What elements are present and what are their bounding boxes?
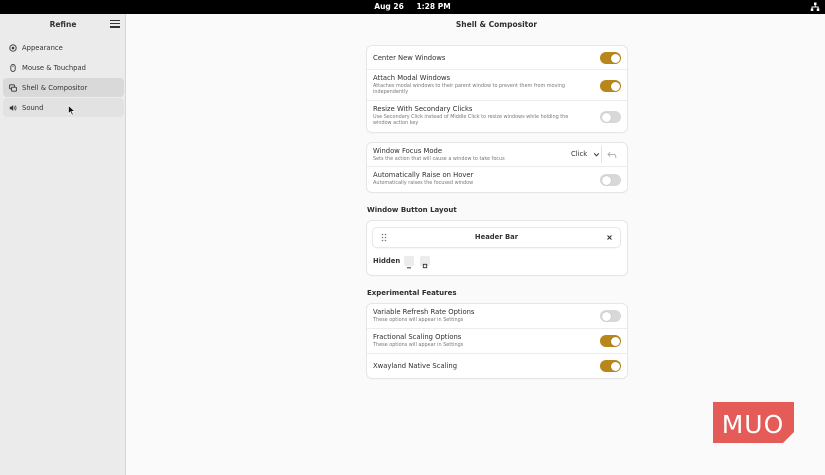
row-subtitle: Sets the action that will cause a window…	[373, 156, 505, 162]
sidebar-item-label: Appearance	[22, 43, 63, 52]
window-focus-mode-row: Window Focus Mode Sets the action that w…	[367, 143, 627, 167]
attach-modal-windows-toggle[interactable]	[600, 80, 621, 92]
row-title: Center New Windows	[373, 54, 446, 62]
minimize-button[interactable]	[404, 256, 414, 269]
muo-watermark-logo: MUO	[713, 402, 794, 443]
top-bar: Aug 26 1:28 PM	[0, 0, 825, 14]
row-title: Xwayland Native Scaling	[373, 362, 458, 370]
xwayland-native-scaling-row: Xwayland Native Scaling	[367, 354, 627, 378]
minimize-icon	[407, 267, 411, 269]
undo-icon[interactable]	[607, 151, 617, 159]
auto-raise-row: Automatically Raise on Hover Automatical…	[367, 167, 627, 192]
sidebar-item-sound[interactable]: Sound	[3, 98, 124, 117]
watermark-text: MUO	[722, 410, 785, 439]
window-button-layout-card: Header Bar Hidden	[367, 221, 627, 275]
sidebar: Refine Appearance Mouse & Touchpad Shell…	[0, 14, 126, 475]
fractional-scaling-toggle[interactable]	[600, 335, 621, 347]
resize-secondary-clicks-row: Resize With Secondary Clicks Use Seconda…	[367, 101, 627, 132]
window-behavior-card: Center New Windows Attach Modal Windows …	[367, 46, 627, 132]
focus-mode-dropdown[interactable]: Click	[571, 150, 600, 158]
sidebar-item-shell-compositor[interactable]: Shell & Compositor	[3, 78, 124, 97]
row-subtitle: Attaches modal windows to their parent w…	[373, 83, 565, 95]
close-icon[interactable]	[606, 234, 613, 241]
row-subtitle: Use Secondary Click instead of Middle Cl…	[373, 114, 569, 126]
row-title: Window Focus Mode	[373, 147, 443, 155]
attach-modal-windows-row: Attach Modal Windows Attaches modal wind…	[367, 70, 627, 101]
resize-secondary-clicks-toggle[interactable]	[600, 111, 621, 123]
speaker-icon	[9, 104, 17, 111]
variable-refresh-rate-toggle[interactable]	[600, 310, 621, 322]
clock-date: Aug 26	[374, 2, 404, 11]
windows-icon	[9, 83, 17, 92]
fractional-scaling-row: Fractional Scaling Options These options…	[367, 329, 627, 354]
row-title: Automatically Raise on Hover	[373, 171, 474, 179]
mouse-cursor-icon	[68, 105, 76, 116]
row-title: Resize With Secondary Clicks	[373, 105, 473, 113]
focus-card: Window Focus Mode Sets the action that w…	[367, 143, 627, 192]
row-subtitle: These options will appear in Settings	[373, 342, 464, 348]
xwayland-native-scaling-toggle[interactable]	[600, 360, 621, 372]
maximize-icon	[422, 263, 428, 269]
hidden-label: Hidden	[373, 257, 401, 265]
auto-raise-toggle[interactable]	[600, 174, 621, 186]
center-new-windows-toggle[interactable]	[600, 52, 621, 64]
clock-time: 1:28 PM	[416, 2, 451, 11]
maximize-button[interactable]	[420, 256, 430, 269]
sidebar-nav: Appearance Mouse & Touchpad Shell & Comp…	[3, 38, 124, 118]
row-subtitle: Automatically raises the focused window	[373, 180, 474, 186]
header-bar-label: Header Bar	[474, 233, 519, 241]
sidebar-item-label: Mouse & Touchpad	[22, 63, 86, 72]
appearance-icon	[9, 43, 17, 52]
page-title: Shell & Compositor	[455, 20, 538, 29]
row-title: Fractional Scaling Options	[373, 333, 462, 341]
center-new-windows-row: Center New Windows	[367, 46, 627, 70]
sidebar-item-appearance[interactable]: Appearance	[3, 38, 124, 57]
divider	[601, 146, 602, 163]
experimental-features-heading: Experimental Features	[367, 289, 457, 297]
row-title: Variable Refresh Rate Options	[373, 308, 475, 316]
sidebar-item-mouse-touchpad[interactable]: Mouse & Touchpad	[3, 58, 124, 77]
mouse-icon	[10, 63, 16, 72]
sidebar-title: Refine	[49, 20, 77, 29]
header-bar-preview[interactable]: Header Bar	[373, 228, 620, 247]
clock[interactable]: Aug 26 1:28 PM	[0, 2, 825, 11]
variable-refresh-rate-row: Variable Refresh Rate Options These opti…	[367, 304, 627, 329]
window-button-layout-heading: Window Button Layout	[367, 206, 457, 214]
sidebar-item-label: Sound	[22, 103, 44, 112]
chevron-down-icon	[594, 152, 600, 157]
hamburger-menu-icon[interactable]	[110, 20, 120, 29]
sidebar-item-label: Shell & Compositor	[22, 83, 88, 92]
row-subtitle: These options will appear in Settings	[373, 317, 464, 323]
dropdown-value: Click	[571, 150, 588, 158]
row-title: Attach Modal Windows	[373, 74, 451, 82]
network-icon[interactable]	[810, 2, 820, 12]
experimental-card: Variable Refresh Rate Options These opti…	[367, 304, 627, 378]
